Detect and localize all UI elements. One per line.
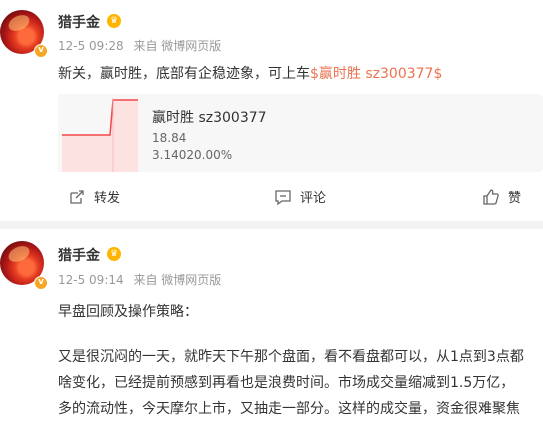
post-meta: 12-5 09:14 来自 微博网页版: [58, 271, 227, 288]
thumbs-up-icon: [483, 188, 499, 205]
post-source: 来自 微博网页版: [133, 39, 222, 53]
weibo-post: v 猎手金 ♛ 12-5 09:14 来自 微博网页版 早盘回顾及操作策略： 又…: [0, 221, 543, 429]
repost-button[interactable]: 转发: [68, 187, 120, 206]
post-paragraph-line: 啥变化，已经提前预感到再看也是浪费时间。市场成交量缩减到1.5万亿，: [58, 375, 515, 391]
post-time[interactable]: 12-5 09:14: [58, 273, 124, 287]
verified-badge-icon: v: [34, 276, 48, 290]
author-name[interactable]: 猎手金: [58, 12, 100, 32]
comment-icon: [275, 189, 291, 205]
author-name[interactable]: 猎手金: [58, 245, 100, 265]
stock-tag-link[interactable]: $赢时胜 sz300377$: [310, 66, 442, 82]
post-paragraph-line: 又是很沉闷的一天，就昨天下午那个盘面，看不看盘都可以，从1点到3点都: [58, 349, 524, 365]
post-heading: 早盘回顾及操作策略：: [58, 304, 198, 320]
stock-card[interactable]: 赢时胜 sz300377 18.84 3.14020.00%: [58, 94, 543, 172]
post-paragraph-line: 多的流动性，今天摩尔上市，又抽走一部分。这样的成交量，资金很难聚焦: [58, 401, 520, 417]
post-text: 新关，赢时胜，底部有企稳迹象，可上车$赢时胜 sz300377$: [58, 63, 442, 83]
verified-badge-icon: v: [34, 44, 48, 58]
like-label: 赞: [508, 191, 522, 206]
post-time[interactable]: 12-5 09:28: [58, 39, 124, 53]
stock-card-title: 赢时胜 sz300377: [152, 110, 267, 126]
stock-card-price: 18.84: [152, 131, 187, 145]
vip-crown-icon: ♛: [107, 14, 121, 28]
post-text-body: 新关，赢时胜，底部有企稳迹象，可上车: [58, 66, 310, 82]
post-actions: 转发 评论 赞: [0, 178, 543, 214]
stock-card-change: 3.14020.00%: [152, 148, 233, 162]
like-button[interactable]: 赞: [482, 187, 521, 206]
stock-mini-chart: [58, 94, 138, 172]
post-meta: 12-5 09:28 来自 微博网页版: [58, 37, 227, 54]
comment-label: 评论: [300, 191, 327, 206]
post-source: 来自 微博网页版: [133, 273, 222, 287]
repost-label: 转发: [94, 191, 121, 206]
repost-icon: [70, 189, 84, 204]
weibo-post: v 猎手金 ♛ 12-5 09:28 来自 微博网页版 新关，赢时胜，底部有企稳…: [0, 0, 543, 221]
vip-crown-icon: ♛: [107, 247, 121, 261]
comment-button[interactable]: 评论: [274, 187, 326, 206]
